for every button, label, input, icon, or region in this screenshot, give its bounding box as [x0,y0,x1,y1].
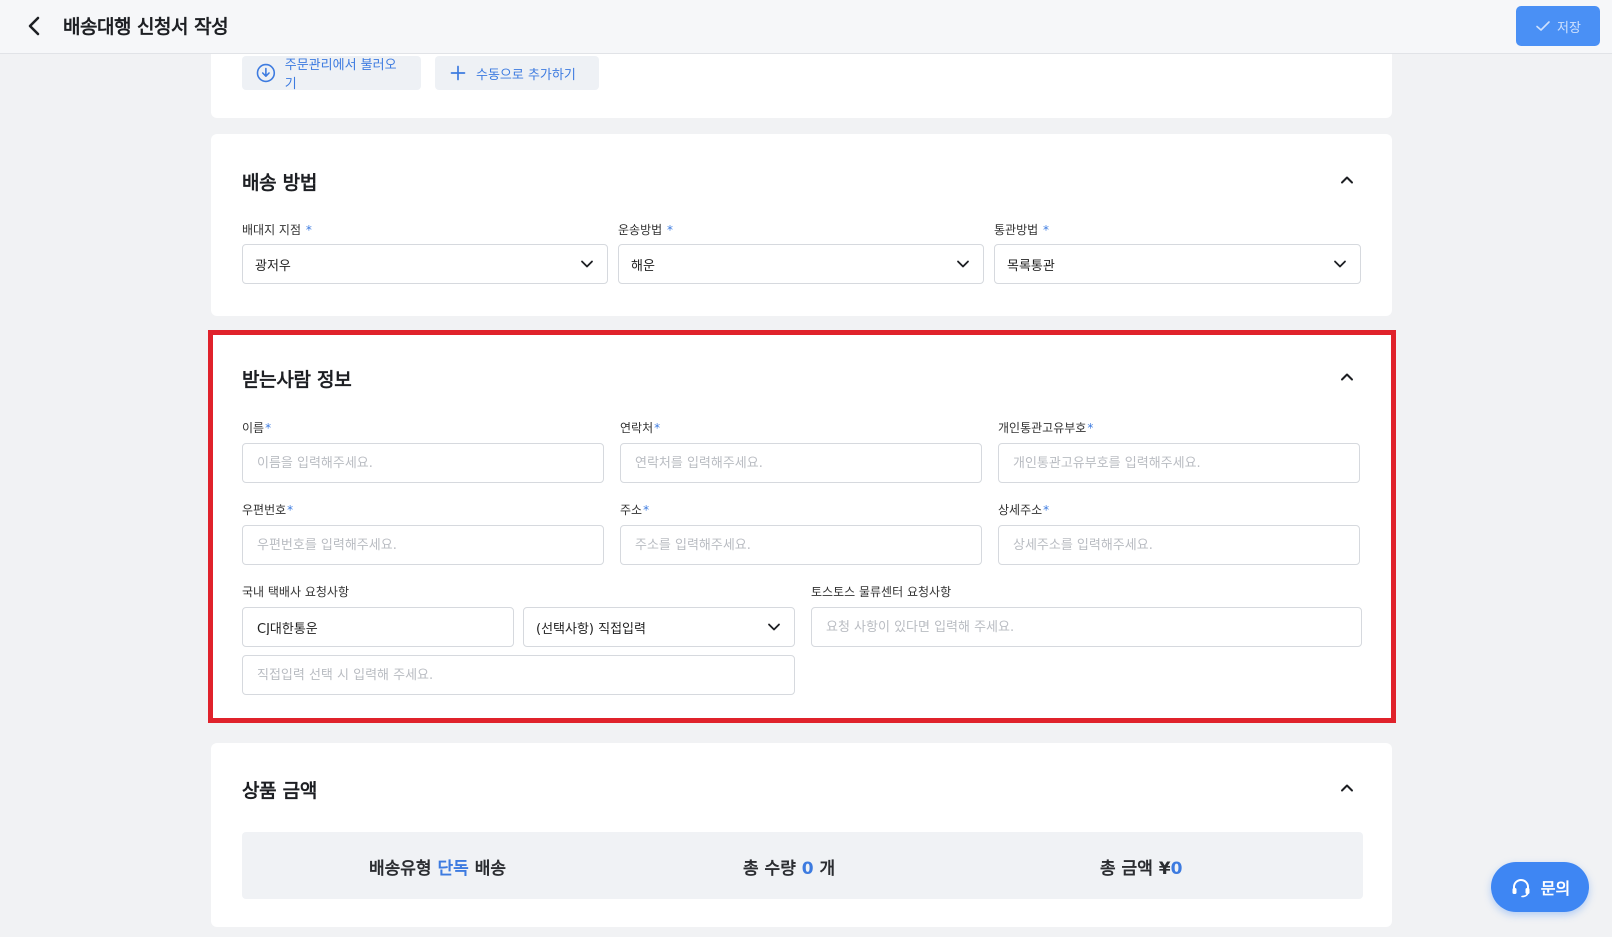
chevron-up-icon[interactable] [1338,171,1356,189]
customs-select[interactable]: 목록통관 [994,244,1361,284]
branch-select[interactable]: 광저우 [242,244,608,284]
import-from-orders-label: 주문관리에서 불러오기 [284,58,397,92]
quantity-summary: 총 수량 0 개 [743,859,836,879]
chevron-down-icon [581,260,593,268]
headset-icon [1512,879,1530,898]
page-title: 배송대행 신청서 작성 [63,16,229,38]
manual-add-label: 수동으로 추가하기 [476,67,576,83]
total-amount-value: 0 [1170,859,1183,879]
branch-select-value: 광저우 [255,258,291,274]
shipping-type-value: 단독 [437,859,469,879]
top-bar: 배송대행 신청서 작성 저장 [0,0,1612,54]
branch-label: 배대지 지점 * [242,223,312,237]
save-button[interactable]: 저장 [1516,6,1600,46]
download-circle-icon [256,63,276,83]
highlight-frame [208,330,1396,723]
transport-select[interactable]: 해운 [618,244,984,284]
transport-label: 운송방법 * [618,223,673,237]
product-amount-card: 상품 금액 배송유형 단독 배송 총 수량 0 개 총 금액 ¥0 [211,743,1392,927]
plus-icon [450,65,466,81]
order-items-card: 주문관리에서 불러오기 수동으로 추가하기 [211,54,1392,118]
amount-summary: 배송유형 단독 배송 총 수량 0 개 총 금액 ¥0 [242,832,1363,899]
customs-label: 통관방법 * [994,223,1049,237]
customs-select-value: 목록통관 [1007,258,1055,274]
inquiry-button[interactable]: 문의 [1491,862,1589,912]
chevron-down-icon [1334,260,1346,268]
quantity-value: 0 [801,859,814,879]
total-amount-summary: 총 금액 ¥0 [1100,859,1183,879]
shipping-method-title: 배송 방법 [242,172,318,194]
shipping-type-summary: 배송유형 단독 배송 [369,859,506,879]
product-amount-title: 상품 금액 [242,780,318,802]
import-from-orders-button[interactable]: 주문관리에서 불러오기 [242,56,421,92]
transport-select-value: 해운 [631,258,655,274]
check-icon [1536,21,1550,31]
inquiry-label: 문의 [1540,879,1571,898]
manual-add-button[interactable]: 수동으로 추가하기 [435,56,599,90]
shipping-method-card: 배송 방법 배대지 지점 * 광저우 운송방법 * 해운 통관방법 * 목록통관 [211,134,1392,316]
back-arrow-icon[interactable] [22,13,48,39]
chevron-down-icon [957,260,969,268]
save-button-label: 저장 [1557,20,1581,36]
chevron-up-icon[interactable] [1338,779,1356,797]
